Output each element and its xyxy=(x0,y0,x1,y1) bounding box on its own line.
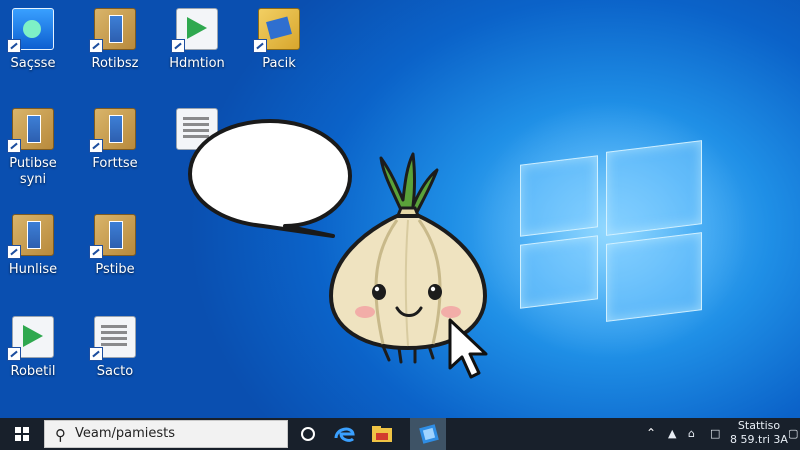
desktop-icon-label: Pacik xyxy=(262,56,296,71)
system-clock[interactable]: Stattiso 8 59.tri 3A xyxy=(730,419,788,447)
package-icon xyxy=(89,214,136,259)
network-icon[interactable]: ▲ xyxy=(668,427,676,440)
shortcut-arrow-icon xyxy=(89,347,103,361)
taskbar: ⚲ Veam/pamiests ⌃ ▲ ⌂ □ Stattiso 8 59.tr… xyxy=(0,418,800,450)
chevron-up-icon[interactable]: ⌃ xyxy=(646,426,656,440)
desktop-icon-label: Putibse syni xyxy=(9,156,57,187)
shortcut-arrow-icon xyxy=(253,39,267,53)
shortcut-arrow-icon xyxy=(7,139,21,153)
desktop-icon-label: Robetil xyxy=(10,364,56,379)
file-explorer-icon[interactable] xyxy=(364,418,400,450)
app-icon xyxy=(7,8,54,53)
taskbar-search-box[interactable]: ⚲ Veam/pamiests xyxy=(44,420,288,448)
desktop-icon[interactable]: Saçsse xyxy=(0,8,74,72)
volume-icon[interactable]: ⌂ xyxy=(688,427,695,440)
store-like-icon[interactable] xyxy=(410,418,446,450)
desktop-icon-label: Forttse xyxy=(92,156,138,171)
package-icon xyxy=(7,214,54,259)
desktop-icon[interactable]: Putibse syni xyxy=(0,108,74,188)
desktop-icon-label: Rotibsz xyxy=(91,56,139,71)
clock-line-1: Stattiso xyxy=(737,419,781,432)
start-button[interactable] xyxy=(0,418,44,450)
shortcut-arrow-icon xyxy=(7,347,21,361)
green-arrow-document-icon xyxy=(7,316,54,361)
shortcut-arrow-icon xyxy=(89,139,103,153)
package-icon xyxy=(89,108,136,153)
desktop-icon-label: Saçsse xyxy=(10,56,56,71)
cortana-ring-icon[interactable] xyxy=(290,418,326,450)
desktop-icon[interactable]: Hdmtion xyxy=(156,8,238,72)
document-icon xyxy=(89,316,136,361)
clock-line-2: 8 59.tri 3A xyxy=(730,433,788,446)
desktop-background: Saçsse Rotibsz Hdmtion Pacik Putibse syn… xyxy=(0,0,800,418)
desktop-icon-label: Hdmtion xyxy=(169,56,225,71)
green-arrow-document-icon xyxy=(171,8,218,53)
shortcut-arrow-icon xyxy=(7,39,21,53)
desktop-icon[interactable]: Pacik xyxy=(238,8,320,72)
desktop-icon[interactable]: Sacto xyxy=(74,316,156,380)
windows-start-icon xyxy=(15,427,29,441)
windows-logo xyxy=(520,140,702,322)
desktop-icon[interactable]: Rotibsz xyxy=(74,8,156,72)
desktop-icon[interactable]: Hunlise xyxy=(0,214,74,278)
desktop-icon[interactable]: Robetil xyxy=(0,316,74,380)
desktop-icon-label: Sacto xyxy=(96,364,134,379)
shortcut-arrow-icon xyxy=(89,245,103,259)
shortcut-arrow-icon xyxy=(171,39,185,53)
desktop-icon[interactable]: Pstibe xyxy=(74,214,156,278)
speaker-icon[interactable]: □ xyxy=(710,427,720,440)
package-icon xyxy=(7,108,54,153)
search-input[interactable]: Veam/pamiests xyxy=(75,426,175,441)
search-icon: ⚲ xyxy=(55,426,66,444)
edge-like-icon[interactable] xyxy=(326,418,362,450)
shortcut-arrow-icon xyxy=(7,245,21,259)
shortcut-arrow-icon xyxy=(89,39,103,53)
folder-app-icon xyxy=(253,8,300,53)
desktop-icon-label: Hunlise xyxy=(8,262,58,277)
desktop-icon-label: Pstibe xyxy=(95,262,135,277)
package-icon xyxy=(89,8,136,53)
desktop-icon[interactable]: Forttse xyxy=(74,108,156,172)
notification-icon[interactable]: ▢ xyxy=(788,427,798,440)
mouse-cursor-icon xyxy=(448,318,488,379)
